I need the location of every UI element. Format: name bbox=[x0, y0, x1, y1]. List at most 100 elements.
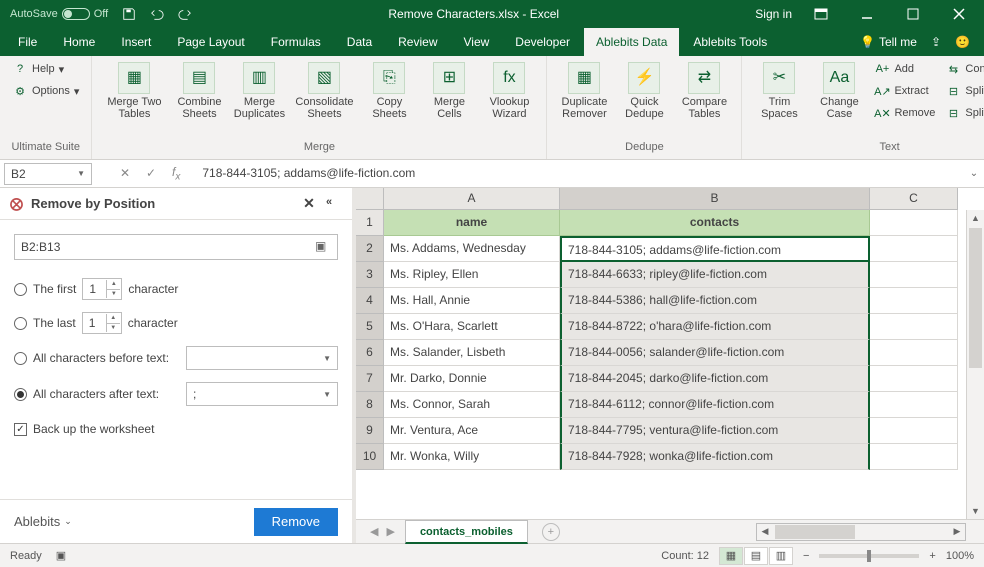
row-header[interactable]: 3 bbox=[356, 262, 384, 288]
radio-last[interactable] bbox=[14, 317, 27, 330]
cell-name[interactable]: Ms. Hall, Annie bbox=[384, 288, 560, 314]
cell-header-name[interactable]: name bbox=[384, 210, 560, 236]
spin-up-icon[interactable]: ▲ bbox=[106, 280, 120, 290]
close-icon[interactable]: ✕ bbox=[300, 195, 318, 213]
tab-data[interactable]: Data bbox=[335, 28, 384, 56]
first-count-spinner[interactable]: 1▲▼ bbox=[82, 278, 122, 300]
radio-after[interactable] bbox=[14, 388, 27, 401]
cell[interactable] bbox=[870, 340, 958, 366]
zoom-slider[interactable] bbox=[819, 554, 919, 558]
col-header-C[interactable]: C bbox=[870, 188, 958, 210]
backup-checkbox[interactable]: ✓ bbox=[14, 423, 27, 436]
last-count-spinner[interactable]: 1▲▼ bbox=[82, 312, 122, 334]
tab-view[interactable]: View bbox=[452, 28, 502, 56]
scroll-left-icon[interactable]: ◀ bbox=[757, 526, 773, 537]
cell-name[interactable]: Ms. Connor, Sarah bbox=[384, 392, 560, 418]
formula-bar[interactable]: 718-844-3105; addams@life-fiction.com bbox=[192, 166, 964, 180]
row-header[interactable]: 6 bbox=[356, 340, 384, 366]
cell-name[interactable]: Ms. O'Hara, Scarlett bbox=[384, 314, 560, 340]
add-text-button[interactable]: A+Add bbox=[870, 60, 939, 78]
zoom-in-button[interactable]: + bbox=[929, 550, 935, 562]
zoom-out-button[interactable]: − bbox=[803, 550, 809, 562]
compare-tables-button[interactable]: ⇄Compare Tables bbox=[675, 60, 733, 122]
cell-name[interactable]: Mr. Darko, Donnie bbox=[384, 366, 560, 392]
quick-dedupe-button[interactable]: ⚡Quick Dedupe bbox=[615, 60, 673, 122]
radio-before[interactable] bbox=[14, 352, 27, 365]
add-sheet-button[interactable]: + bbox=[542, 523, 560, 541]
tab-ablebits-tools[interactable]: Ablebits Tools bbox=[681, 28, 779, 56]
cell-contacts[interactable]: 718-844-5386; hall@life-fiction.com bbox=[560, 288, 870, 314]
merge-duplicates-button[interactable]: ▥Merge Duplicates bbox=[230, 60, 288, 122]
after-text-combo[interactable]: ;▼ bbox=[186, 382, 338, 406]
radio-first[interactable] bbox=[14, 283, 27, 296]
cell-contacts[interactable]: 718-844-8722; o'hara@life-fiction.com bbox=[560, 314, 870, 340]
cell-header-contacts[interactable]: contacts bbox=[560, 210, 870, 236]
next-sheet-icon[interactable]: ▶ bbox=[386, 525, 394, 538]
convert-text-button[interactable]: ⇆Convert bbox=[941, 60, 984, 78]
col-header-A[interactable]: A bbox=[384, 188, 560, 210]
cell[interactable] bbox=[870, 236, 958, 262]
cell[interactable] bbox=[870, 444, 958, 470]
change-case-button[interactable]: AaChange Case bbox=[810, 60, 868, 122]
ribbon-mode-icon[interactable] bbox=[800, 4, 842, 24]
extract-text-button[interactable]: A↗Extract bbox=[870, 82, 939, 100]
tab-file[interactable]: File bbox=[6, 28, 49, 56]
enter-icon[interactable]: ✓ bbox=[146, 166, 160, 180]
cell[interactable] bbox=[870, 288, 958, 314]
row-header[interactable]: 10 bbox=[356, 444, 384, 470]
tab-insert[interactable]: Insert bbox=[109, 28, 163, 56]
cell[interactable] bbox=[870, 418, 958, 444]
cell[interactable] bbox=[870, 210, 958, 236]
tell-me[interactable]: 💡Tell me bbox=[860, 35, 917, 49]
cell-contacts[interactable]: 718-844-7795; ventura@life-fiction.com bbox=[560, 418, 870, 444]
remove-text-button[interactable]: A✕Remove bbox=[870, 104, 939, 122]
share-icon[interactable]: ⇪ bbox=[931, 35, 941, 49]
spin-down-icon[interactable]: ▼ bbox=[106, 324, 120, 333]
smiley-icon[interactable]: 🙂 bbox=[955, 35, 970, 49]
scroll-right-icon[interactable]: ▶ bbox=[949, 526, 965, 537]
cell[interactable] bbox=[870, 314, 958, 340]
split-names-button[interactable]: ⊟Split Names bbox=[941, 104, 984, 122]
cell-contacts[interactable]: 718-844-0056; salander@life-fiction.com bbox=[560, 340, 870, 366]
maximize-button[interactable] bbox=[892, 4, 934, 24]
duplicate-remover-button[interactable]: ▦Duplicate Remover bbox=[555, 60, 613, 122]
vertical-scrollbar[interactable]: ▲▼ bbox=[966, 210, 984, 519]
expand-formula-bar-icon[interactable]: ⌄ bbox=[964, 168, 984, 179]
tab-developer[interactable]: Developer bbox=[503, 28, 582, 56]
sign-in-link[interactable]: Sign in bbox=[755, 7, 792, 21]
tab-review[interactable]: Review bbox=[386, 28, 449, 56]
trim-spaces-button[interactable]: ✂Trim Spaces bbox=[750, 60, 808, 122]
name-box[interactable]: B2▼ bbox=[4, 163, 92, 185]
before-text-combo[interactable]: ▼ bbox=[186, 346, 338, 370]
tab-page-layout[interactable]: Page Layout bbox=[165, 28, 256, 56]
cell-name[interactable]: Mr. Wonka, Willy bbox=[384, 444, 560, 470]
cell-contacts[interactable]: 718-844-6633; ripley@life-fiction.com bbox=[560, 262, 870, 288]
cell[interactable] bbox=[870, 392, 958, 418]
cell-contacts[interactable]: 718-844-6112; connor@life-fiction.com bbox=[560, 392, 870, 418]
scroll-thumb[interactable] bbox=[775, 525, 855, 539]
spin-up-icon[interactable]: ▲ bbox=[106, 314, 120, 324]
scroll-thumb[interactable] bbox=[969, 228, 982, 368]
minimize-button[interactable] bbox=[846, 4, 888, 24]
tab-formulas[interactable]: Formulas bbox=[259, 28, 333, 56]
spin-down-icon[interactable]: ▼ bbox=[106, 290, 120, 299]
cell-contacts[interactable]: 718-844-7928; wonka@life-fiction.com bbox=[560, 444, 870, 470]
prev-sheet-icon[interactable]: ◀ bbox=[370, 525, 378, 538]
cell-contacts[interactable]: 718-844-3105; addams@life-fiction.com bbox=[560, 236, 870, 262]
col-header-B[interactable]: B bbox=[560, 188, 870, 210]
macro-record-icon[interactable]: ▣ bbox=[56, 549, 66, 562]
page-layout-view-button[interactable]: ▤ bbox=[744, 547, 768, 565]
select-all-corner[interactable] bbox=[356, 188, 384, 210]
close-button[interactable] bbox=[938, 4, 980, 24]
cell-name[interactable]: Ms. Ripley, Ellen bbox=[384, 262, 560, 288]
collapse-icon[interactable]: « bbox=[326, 196, 342, 212]
split-text-button[interactable]: ⊟Split Text bbox=[941, 82, 984, 100]
cancel-icon[interactable]: ✕ bbox=[120, 166, 134, 180]
redo-icon[interactable] bbox=[178, 7, 192, 21]
row-header[interactable]: 9 bbox=[356, 418, 384, 444]
row-header[interactable]: 4 bbox=[356, 288, 384, 314]
cell-name[interactable]: Ms. Addams, Wednesday bbox=[384, 236, 560, 262]
save-icon[interactable] bbox=[122, 7, 136, 21]
autosave-toggle[interactable]: AutoSave Off bbox=[10, 8, 108, 20]
cell-name[interactable]: Ms. Salander, Lisbeth bbox=[384, 340, 560, 366]
